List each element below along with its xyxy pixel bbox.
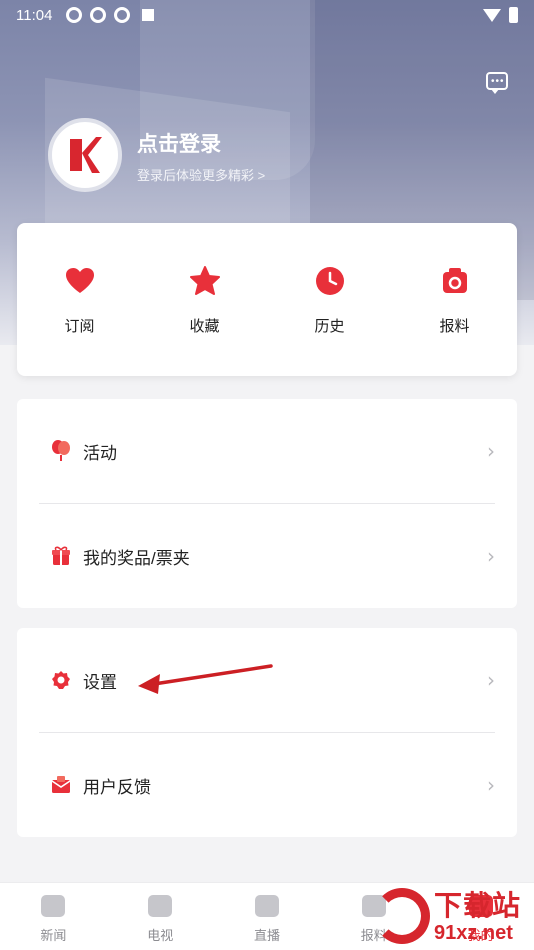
wifi-icon — [483, 8, 501, 22]
chevron-right-icon: › — [487, 668, 495, 692]
watermark-logo-icon — [360, 884, 430, 950]
notification-icon — [66, 7, 83, 23]
quick-action-label: 历史 — [314, 318, 345, 335]
camera-icon — [439, 265, 471, 297]
chevron-right-icon: › — [487, 544, 495, 568]
nav-tab-tv[interactable]: 电视 — [107, 883, 214, 950]
status-time: 11:04 — [16, 6, 53, 24]
chevron-right-icon: › — [487, 773, 495, 797]
menu-group-activities: 活动 › 我的奖品/票夹 › — [17, 399, 517, 608]
balloon-icon — [51, 440, 71, 461]
watermark: 下载站 91xz.net — [360, 884, 534, 950]
menu-item-settings[interactable]: 设置 › — [17, 628, 517, 732]
menu-group-settings: 设置 › 用户反馈 › — [17, 628, 517, 837]
menu-item-label: 设置 — [83, 672, 117, 692]
chevron-right-icon: › — [487, 439, 495, 463]
app-notification-icon — [142, 9, 155, 21]
live-icon — [254, 895, 279, 917]
feedback-icon — [51, 775, 71, 795]
quick-action-subscribe[interactable]: 订阅 — [17, 223, 142, 376]
app-logo-icon — [70, 137, 102, 173]
menu-item-feedback[interactable]: 用户反馈 › — [17, 733, 517, 837]
quick-actions-card: 订阅 收藏 历史 报料 — [17, 223, 517, 376]
nav-tab-label: 电视 — [147, 928, 174, 943]
notification-icon — [90, 7, 107, 23]
login-title[interactable]: 点击登录 — [137, 128, 221, 158]
status-bar: 11:04 — [0, 0, 534, 30]
gift-icon — [51, 546, 71, 566]
nav-tab-label: 直播 — [253, 928, 280, 943]
news-icon — [41, 895, 66, 917]
clock-icon — [314, 265, 346, 297]
menu-item-label: 我的奖品/票夹 — [83, 548, 190, 568]
avatar[interactable] — [48, 118, 122, 192]
watermark-url: 91xz.net — [434, 922, 513, 944]
star-icon — [189, 265, 221, 297]
nav-tab-news[interactable]: 新闻 — [0, 883, 107, 950]
message-icon[interactable]: ••• — [486, 72, 508, 94]
login-subtitle[interactable]: 登录后体验更多精彩 > — [137, 165, 265, 184]
gear-icon — [51, 670, 71, 690]
menu-item-prizes-tickets[interactable]: 我的奖品/票夹 › — [17, 504, 517, 608]
menu-item-label: 活动 — [83, 443, 117, 463]
quick-action-report[interactable]: 报料 — [392, 223, 517, 376]
notification-icon — [114, 7, 131, 23]
quick-action-label: 报料 — [439, 318, 470, 335]
menu-item-activities[interactable]: 活动 › — [17, 399, 517, 503]
heart-icon — [64, 265, 96, 297]
nav-tab-label: 新闻 — [40, 928, 67, 943]
quick-action-label: 订阅 — [64, 318, 95, 335]
menu-item-label: 用户反馈 — [83, 777, 151, 797]
tv-icon — [148, 895, 173, 917]
nav-tab-live[interactable]: 直播 — [214, 883, 321, 950]
battery-icon — [509, 7, 518, 23]
quick-action-history[interactable]: 历史 — [267, 223, 392, 376]
quick-action-label: 收藏 — [189, 318, 220, 335]
quick-action-favorites[interactable]: 收藏 — [142, 223, 267, 376]
watermark-title: 下载站 — [434, 890, 522, 921]
